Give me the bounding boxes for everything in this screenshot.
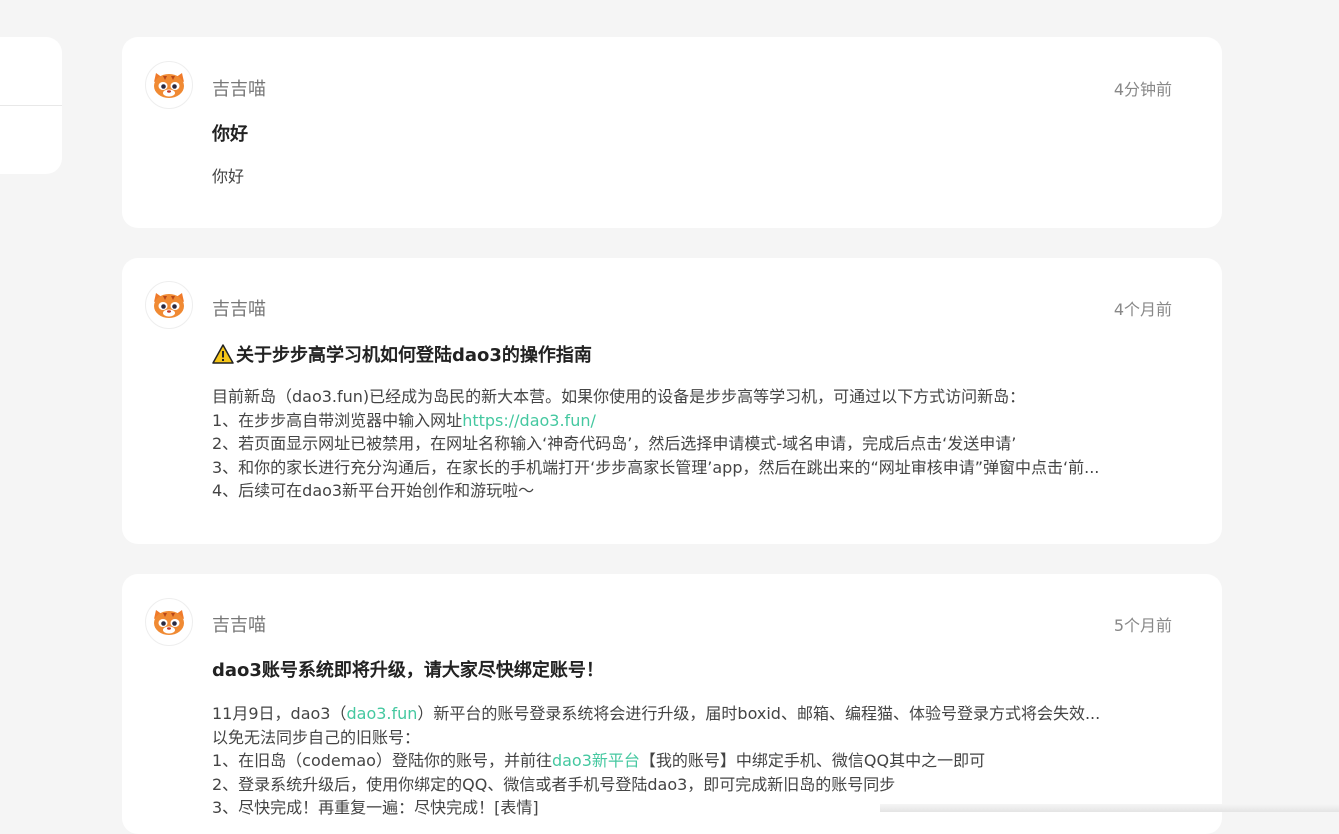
avatar[interactable] [145, 598, 193, 646]
post-body-line: 以免无法同步自己的旧账号： [212, 727, 421, 747]
post-body-line: 目前新岛（dao3.fun)已经成为岛民的新大本营。如果你使用的设备是步步高等学… [212, 387, 1026, 406]
post-body: 目前新岛（dao3.fun)已经成为岛民的新大本营。如果你使用的设备是步步高等学… [212, 385, 1172, 503]
post-body-line: 4、后续可在dao3新平台开始创作和游玩啦～ [212, 481, 535, 500]
avatar[interactable] [145, 61, 193, 109]
line-text: ）新平台的账号登录系统将会进行升级，届时boxid、邮箱、编程猫、体验号登录方式… [417, 704, 1101, 723]
tiger-mascot-icon [154, 610, 184, 635]
post-body-line: 1、在步步高自带浏览器中输入网址https://dao3.fun/ [212, 409, 1172, 433]
post-author[interactable]: 吉吉喵 [212, 611, 266, 637]
post-body-line: 1、在旧岛（codemao）登陆你的账号，并前往dao3新平台【我的账号】中绑定… [212, 749, 1172, 773]
dao3-platform-link[interactable]: dao3新平台 [552, 751, 640, 770]
line-text: 1、在旧岛（codemao）登陆你的账号，并前往 [212, 751, 552, 770]
line-text: 1、在步步高自带浏览器中输入网址 [212, 410, 463, 430]
post-time: 4分钟前 [1113, 80, 1172, 99]
side-panel-divider [0, 105, 62, 106]
post-title[interactable]: 你好 [212, 120, 248, 146]
post-time: 4个月前 [1113, 300, 1172, 319]
post-author[interactable]: 吉吉喵 [212, 75, 266, 101]
line-text: 【我的账号】中绑定手机、微信QQ其中之一即可 [639, 751, 986, 770]
post-body-line: 3、和你的家长进行充分沟通后，在家长的手机端打开‘步步高家长管理’app，然后在… [212, 457, 1100, 477]
tiger-mascot-icon [154, 293, 184, 318]
post-card[interactable]: 吉吉喵 4个月前 关于步步高学习机如何登陆dao3的操作指南 目前新岛（dao3… [122, 258, 1222, 544]
avatar[interactable] [145, 281, 193, 329]
side-panel [0, 37, 62, 174]
post-title-text: 关于步步高学习机如何登陆dao3的操作指南 [236, 345, 592, 366]
post-body-line: 11月9日，dao3（dao3.fun）新平台的账号登录系统将会进行升级，届时b… [212, 702, 1172, 726]
post-body-line: 你好 [212, 167, 245, 186]
post-body: 11月9日，dao3（dao3.fun）新平台的账号登录系统将会进行升级，届时b… [212, 702, 1172, 820]
post-card[interactable]: 吉吉喵 4分钟前 你好 你好 [122, 37, 1222, 228]
post-time: 5个月前 [1113, 616, 1172, 635]
post-card[interactable]: 吉吉喵 5个月前 dao3账号系统即将升级，请大家尽快绑定账号！ 11月9日，d… [122, 574, 1222, 834]
dao3-link[interactable]: dao3.fun [346, 704, 417, 723]
post-body: 你好 [212, 165, 1172, 189]
post-author[interactable]: 吉吉喵 [212, 295, 266, 321]
post-title[interactable]: dao3账号系统即将升级，请大家尽快绑定账号！ [212, 656, 604, 682]
dao3-link[interactable]: https://dao3.fun/ [462, 411, 596, 430]
post-body-line: 2、若页面显示网址已被禁用，在网址名称输入‘神奇代码岛’，然后选择申请模式-域名… [212, 434, 1017, 453]
warning-icon [212, 344, 234, 364]
line-text: 11月9日，dao3（ [212, 704, 347, 723]
tiger-mascot-icon [154, 73, 184, 98]
post-body-line: 2、登录系统升级后，使用你绑定的QQ、微信或者手机号登陆dao3，即可完成新旧岛… [212, 774, 896, 794]
post-title[interactable]: 关于步步高学习机如何登陆dao3的操作指南 [212, 341, 592, 367]
bottom-shadow [880, 804, 1339, 812]
